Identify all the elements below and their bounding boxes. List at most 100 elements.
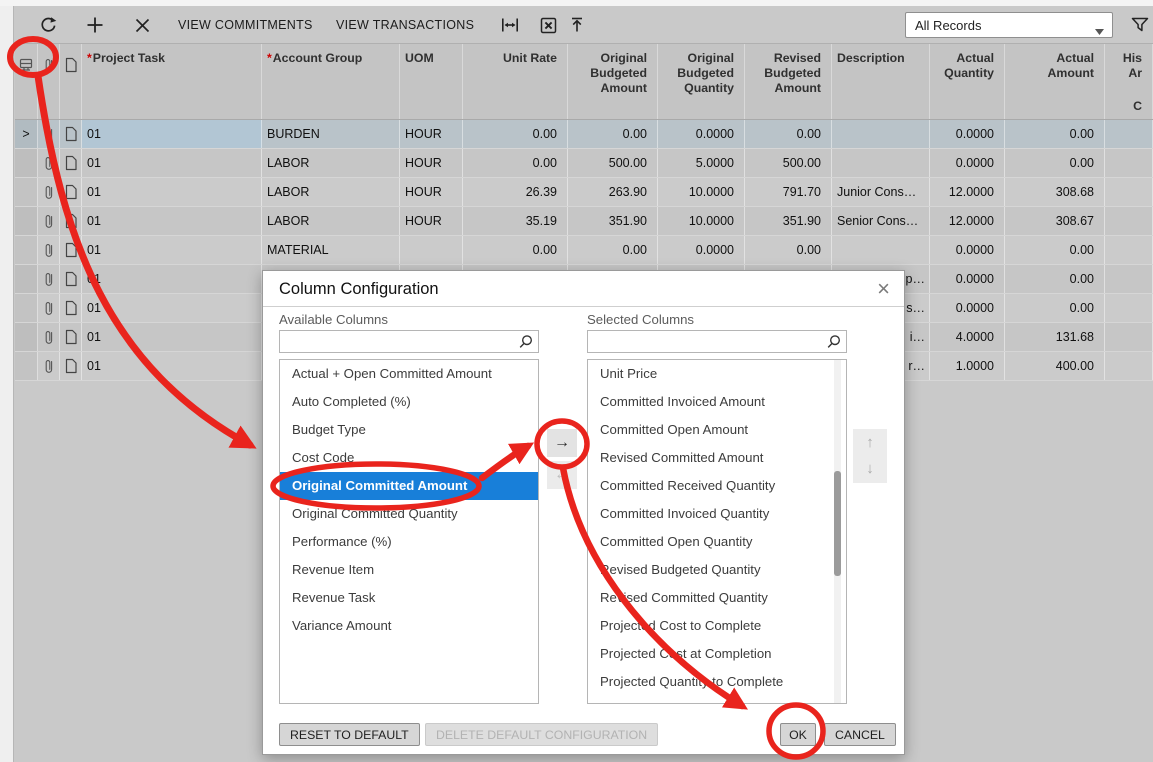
note-icon[interactable] xyxy=(60,236,82,264)
cell-uom[interactable] xyxy=(400,236,463,264)
selected-search-input[interactable] xyxy=(588,331,846,352)
list-item[interactable]: Revised Committed Quantity xyxy=(588,584,846,612)
row-indicator[interactable] xyxy=(15,352,38,380)
cell-actual-quantity[interactable]: 0.0000 xyxy=(930,265,1005,293)
column-header-clipped[interactable]: His ArC xyxy=(1105,44,1153,119)
list-item[interactable]: Projected Quantity to Complete xyxy=(588,668,846,696)
column-header-actual-amount[interactable]: Actual Amount xyxy=(1005,44,1105,119)
cell-actual-amount[interactable]: 308.67 xyxy=(1005,207,1105,235)
row-indicator[interactable] xyxy=(15,265,38,293)
cell-project-task[interactable]: 01 xyxy=(82,352,262,380)
cell-clipped[interactable] xyxy=(1105,120,1153,148)
cell-original-budgeted-quantity[interactable]: 0.0000 xyxy=(658,120,745,148)
cell-project-task[interactable]: 01 xyxy=(82,120,262,148)
cell-revised-budgeted-amount[interactable]: 791.70 xyxy=(745,178,832,206)
note-icon[interactable] xyxy=(60,265,82,293)
cell-clipped[interactable] xyxy=(1105,236,1153,264)
delete-row-icon[interactable] xyxy=(125,6,159,44)
list-item[interactable]: Committed Open Quantity xyxy=(588,528,846,556)
cell-unit-rate[interactable]: 35.19 xyxy=(463,207,568,235)
attachment-icon[interactable] xyxy=(38,149,60,177)
available-search-input[interactable] xyxy=(280,331,538,352)
attachment-icon[interactable] xyxy=(38,294,60,322)
note-icon[interactable] xyxy=(60,294,82,322)
cell-original-budgeted-amount[interactable]: 0.00 xyxy=(568,236,658,264)
cell-actual-quantity[interactable]: 12.0000 xyxy=(930,178,1005,206)
list-item[interactable]: Budget Type xyxy=(280,416,538,444)
row-indicator[interactable] xyxy=(15,294,38,322)
column-configuration-icon[interactable] xyxy=(15,44,38,119)
cell-account-group[interactable]: MATERIAL xyxy=(262,236,400,264)
column-header-revised-budgeted-amount[interactable]: Revised Budgeted Amount xyxy=(745,44,832,119)
export-upload-icon[interactable] xyxy=(561,6,593,44)
cell-project-task[interactable]: 01 xyxy=(82,236,262,264)
list-item[interactable]: Revised Budgeted Quantity xyxy=(588,556,846,584)
refresh-icon[interactable] xyxy=(30,6,66,44)
scrollbar-thumb[interactable] xyxy=(834,471,841,576)
cell-uom[interactable]: HOUR xyxy=(400,178,463,206)
cell-clipped[interactable] xyxy=(1105,149,1153,177)
cell-uom[interactable]: HOUR xyxy=(400,149,463,177)
attachment-icon[interactable] xyxy=(38,352,60,380)
cell-clipped[interactable] xyxy=(1105,207,1153,235)
cell-actual-quantity[interactable]: 1.0000 xyxy=(930,352,1005,380)
cell-uom[interactable]: HOUR xyxy=(400,207,463,235)
note-icon[interactable] xyxy=(60,178,82,206)
cell-clipped[interactable] xyxy=(1105,352,1153,380)
list-item[interactable]: Unit Price xyxy=(588,360,846,388)
cell-account-group[interactable]: LABOR xyxy=(262,149,400,177)
view-transactions-button[interactable]: VIEW TRANSACTIONS xyxy=(336,6,474,44)
cell-unit-rate[interactable]: 0.00 xyxy=(463,236,568,264)
cell-actual-amount[interactable]: 0.00 xyxy=(1005,294,1105,322)
cell-original-budgeted-quantity[interactable]: 5.0000 xyxy=(658,149,745,177)
cell-actual-quantity[interactable]: 0.0000 xyxy=(930,294,1005,322)
list-item[interactable]: Cost Code xyxy=(280,444,538,472)
cell-original-budgeted-amount[interactable]: 0.00 xyxy=(568,120,658,148)
view-commitments-button[interactable]: VIEW COMMITMENTS xyxy=(178,6,313,44)
attachment-icon[interactable] xyxy=(38,178,60,206)
list-item[interactable]: Original Committed Quantity xyxy=(280,500,538,528)
cell-original-budgeted-quantity[interactable]: 0.0000 xyxy=(658,236,745,264)
note-icon[interactable] xyxy=(60,207,82,235)
cell-original-budgeted-quantity[interactable]: 10.0000 xyxy=(658,207,745,235)
cell-project-task[interactable]: 01 xyxy=(82,294,262,322)
notes-column-header[interactable] xyxy=(60,44,82,119)
column-header-unit-rate[interactable]: Unit Rate xyxy=(463,44,568,119)
cell-clipped[interactable] xyxy=(1105,323,1153,351)
table-row[interactable]: 01 LABOR HOUR 26.39 263.90 10.0000 791.7… xyxy=(15,178,1153,207)
fit-width-icon[interactable] xyxy=(493,6,527,44)
reset-to-default-button[interactable]: RESET TO DEFAULT xyxy=(279,723,420,746)
list-item[interactable]: Revised Committed Amount xyxy=(588,444,846,472)
cell-actual-quantity[interactable]: 0.0000 xyxy=(930,149,1005,177)
cell-revised-budgeted-amount[interactable]: 0.00 xyxy=(745,236,832,264)
column-header-original-budgeted-quantity[interactable]: Original Budgeted Quantity xyxy=(658,44,745,119)
selected-list-scrollbar[interactable] xyxy=(834,360,841,703)
cell-unit-rate[interactable]: 0.00 xyxy=(463,120,568,148)
list-item[interactable]: Committed Received Quantity xyxy=(588,472,846,500)
list-item[interactable]: Committed Open Amount xyxy=(588,416,846,444)
cell-actual-quantity[interactable]: 0.0000 xyxy=(930,236,1005,264)
row-indicator[interactable] xyxy=(15,236,38,264)
cell-description[interactable] xyxy=(832,120,930,148)
cell-description[interactable] xyxy=(832,149,930,177)
cell-actual-amount[interactable]: 0.00 xyxy=(1005,120,1105,148)
close-icon[interactable]: × xyxy=(877,276,890,302)
records-filter-dropdown[interactable]: All Records xyxy=(905,12,1113,38)
cell-unit-rate[interactable]: 0.00 xyxy=(463,149,568,177)
cell-actual-amount[interactable]: 0.00 xyxy=(1005,265,1105,293)
move-down-icon[interactable]: ↓ xyxy=(866,457,874,481)
cell-revised-budgeted-amount[interactable]: 500.00 xyxy=(745,149,832,177)
cell-original-budgeted-quantity[interactable]: 10.0000 xyxy=(658,178,745,206)
note-icon[interactable] xyxy=(60,149,82,177)
list-item[interactable]: Projected Cost at Completion xyxy=(588,640,846,668)
cancel-button[interactable]: CANCEL xyxy=(824,723,896,746)
list-item[interactable]: Revenue Item xyxy=(280,556,538,584)
cell-unit-rate[interactable]: 26.39 xyxy=(463,178,568,206)
list-item[interactable]: Actual + Open Committed Amount xyxy=(280,360,538,388)
move-left-button[interactable]: ← xyxy=(547,461,577,489)
cell-actual-amount[interactable]: 131.68 xyxy=(1005,323,1105,351)
list-item[interactable]: Projected Quantity at Completion xyxy=(588,696,846,704)
cell-project-task[interactable]: 01 xyxy=(82,265,262,293)
column-header-original-budgeted-amount[interactable]: Original Budgeted Amount xyxy=(568,44,658,119)
export-excel-icon[interactable] xyxy=(531,6,565,44)
